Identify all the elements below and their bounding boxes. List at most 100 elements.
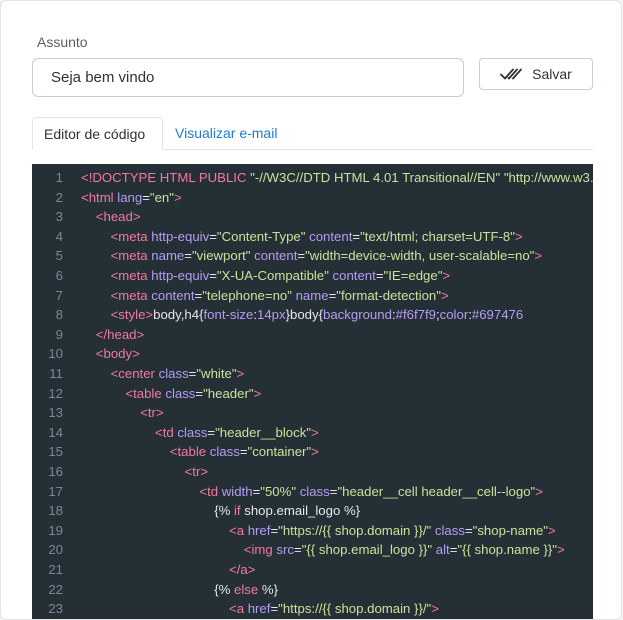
code-token: #697476 bbox=[471, 307, 524, 323]
code-text: <table class="container"> bbox=[170, 442, 319, 462]
code-text: <meta http-equiv="Content-Type" content=… bbox=[111, 227, 523, 247]
code-editor[interactable]: 1 <!DOCTYPE HTML PUBLIC "-//W3C//DTD HTML… bbox=[32, 164, 593, 619]
code-text: <td width="50%" class="header__cell head… bbox=[199, 482, 543, 502]
code-token: = bbox=[195, 385, 204, 401]
code-token: alt bbox=[435, 542, 450, 558]
email-template-card: Assunto Salvar Editor de código Visualiz… bbox=[0, 0, 622, 620]
code-token: <td bbox=[199, 483, 222, 499]
code-token: "shop-name" bbox=[472, 522, 548, 538]
code-token: </head> bbox=[95, 326, 145, 342]
code-token: "-//W3C//DTD HTML 4.01 Transitional//EN" bbox=[250, 170, 501, 185]
line-number: 11 bbox=[49, 366, 63, 381]
code-token: <head> bbox=[95, 209, 141, 225]
code-token: > bbox=[236, 366, 245, 381]
code-line: 5 <meta name="viewport" content="width=de… bbox=[32, 246, 593, 266]
subject-label: Assunto bbox=[37, 34, 88, 50]
code-token: color bbox=[439, 307, 469, 323]
code-token: }body{ bbox=[285, 307, 324, 323]
code-token: = bbox=[352, 228, 361, 244]
code-text: {% if shop.email_logo %} bbox=[214, 501, 360, 521]
code-token: > bbox=[534, 248, 543, 264]
code-text: <head> bbox=[96, 207, 141, 227]
line-number: 20 bbox=[48, 542, 63, 558]
code-token: <body> bbox=[95, 346, 140, 362]
code-token: > bbox=[311, 444, 319, 460]
code-text: <img src="{{ shop.email_logo }}" alt="{{… bbox=[244, 540, 565, 560]
code-line: 20 <img src="{{ shop.email_logo }}" alt="… bbox=[32, 540, 593, 560]
line-number: 5 bbox=[55, 248, 63, 264]
code-text: <table class="header"> bbox=[125, 384, 261, 404]
code-line: 18 {% if shop.email_logo %} bbox=[32, 501, 593, 521]
code-token: > bbox=[253, 385, 262, 401]
tab-code-editor[interactable]: Editor de código bbox=[32, 117, 163, 150]
code-token: "text/html; charset=UTF-8" bbox=[360, 228, 515, 244]
code-token: content bbox=[309, 228, 353, 244]
code-token: "header__block" bbox=[215, 424, 312, 440]
code-token: <td bbox=[155, 424, 178, 440]
code-token: content bbox=[332, 268, 376, 283]
code-line: 2 <html lang="en"> bbox=[32, 188, 593, 208]
code-text: <center class="white"> bbox=[111, 364, 245, 384]
code-token: "white" bbox=[196, 366, 237, 381]
code-line: 9 </head> bbox=[32, 325, 593, 345]
code-token: http-equiv bbox=[151, 268, 210, 283]
code-text: <meta content="telephone=no" name="forma… bbox=[111, 286, 449, 306]
code-token: </a> bbox=[229, 562, 256, 577]
code-text: <tr> bbox=[140, 403, 163, 423]
code-token: > bbox=[311, 424, 319, 440]
code-token: "50%" bbox=[260, 483, 297, 499]
line-number: 12 bbox=[48, 385, 63, 401]
code-text: <style>body,h4{font-size:14px}body{backg… bbox=[111, 305, 524, 325]
code-line: 7 <meta content="telephone=no" name="form… bbox=[32, 286, 593, 306]
code-token: <table bbox=[125, 385, 166, 401]
code-token: shop.email_logo %} bbox=[244, 503, 361, 519]
code-token: <a bbox=[229, 601, 248, 617]
code-token: "X-UA-Compatible" bbox=[216, 268, 329, 283]
code-token: > bbox=[535, 483, 543, 499]
code-token: class bbox=[209, 444, 240, 460]
code-token: "{{ shop.name }}" bbox=[457, 542, 557, 558]
code-text: <tr> bbox=[185, 462, 208, 482]
code-token: <html bbox=[81, 189, 118, 205]
code-line: 8 <style>body,h4{font-size:14px}body{back… bbox=[32, 305, 593, 325]
code-token: <!DOCTYPE HTML PUBLIC bbox=[81, 170, 251, 185]
line-number: 3 bbox=[55, 209, 63, 225]
code-text: <a href="https://{{ shop.domain }}/" cla… bbox=[229, 521, 556, 541]
code-line: 6 <meta http-equiv="X-UA-Compatible" cont… bbox=[32, 266, 593, 286]
code-token: name bbox=[295, 287, 329, 303]
line-number: 10 bbox=[48, 346, 63, 362]
code-token: > bbox=[431, 601, 439, 617]
line-number: 1 bbox=[55, 170, 63, 185]
save-button[interactable]: Salvar bbox=[479, 58, 593, 90]
code-token: > bbox=[442, 268, 451, 283]
code-token: > bbox=[173, 189, 182, 205]
code-token: = bbox=[207, 424, 216, 440]
code-line: 10 <body> bbox=[32, 344, 593, 364]
line-number: 16 bbox=[48, 464, 63, 479]
code-token: "container" bbox=[247, 444, 312, 460]
code-line: 22 {% else %} bbox=[32, 580, 593, 600]
code-token: class bbox=[158, 366, 189, 381]
code-line: 15 <table class="container"> bbox=[32, 442, 593, 462]
code-text: <td class="header__block"> bbox=[155, 423, 319, 443]
subject-input[interactable] bbox=[32, 58, 464, 97]
tab-preview-email[interactable]: Visualizar e-mail bbox=[164, 117, 288, 149]
code-token: body,h4{ bbox=[153, 307, 204, 323]
code-token: "http://www.w3.org/TR/html4/loose.dtd" bbox=[503, 170, 593, 185]
code-token: name bbox=[151, 248, 185, 264]
code-token: = bbox=[184, 248, 192, 264]
code-token: font-size bbox=[203, 307, 254, 323]
code-line: 3 <head> bbox=[32, 207, 593, 227]
code-line: 14 <td class="header__block"> bbox=[32, 423, 593, 443]
code-token: class bbox=[177, 424, 208, 440]
code-token: {% bbox=[214, 581, 234, 597]
code-token: "{{ shop.email_logo }}" bbox=[301, 542, 433, 558]
code-token: %} bbox=[261, 581, 278, 597]
line-number: 21 bbox=[48, 562, 63, 577]
line-number: 14 bbox=[48, 424, 63, 440]
code-line: 17 <td width="50%" class="header__cell he… bbox=[32, 482, 593, 502]
code-token: = bbox=[142, 189, 150, 205]
code-token: src bbox=[276, 542, 295, 558]
line-number: 6 bbox=[55, 268, 63, 283]
code-token: > bbox=[556, 542, 565, 558]
